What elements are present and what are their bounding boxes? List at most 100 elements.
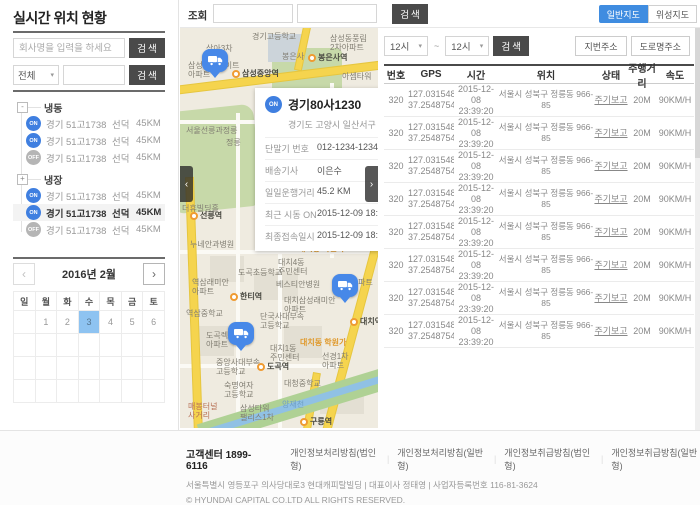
row-time: 2015-12-0823:39:20 — [454, 315, 498, 348]
table-row: 320127.03154837.25487542015-12-0823:39:2… — [384, 282, 694, 315]
normal-map-button[interactable]: 일반지도 — [599, 5, 648, 23]
station-dot-icon — [308, 54, 316, 62]
tree-expander-icon[interactable]: - — [17, 102, 28, 113]
row-distance: 20M — [628, 194, 656, 205]
calendar-day-cell[interactable]: 2 — [57, 311, 79, 334]
footer-link[interactable]: 개인정보처리방침(일반형) — [397, 446, 486, 472]
popup-detail-value: 2015-12-09 18:24 — [317, 208, 378, 221]
footer-links: 개인정보처리방침(법인형) | 개인정보처리방침(일반형) | 개인정보취급방침(법인형… — [290, 446, 700, 472]
time-search-button[interactable]: 검색 — [493, 36, 529, 56]
row-distance: 20M — [628, 95, 656, 106]
filter-select-value: 전체 — [18, 68, 35, 82]
calendar-day-cell[interactable]: 1 — [35, 311, 57, 334]
chevron-right-icon: › — [370, 179, 373, 190]
vehicle-list-item[interactable]: ON경기51고1738선덕45KM — [13, 187, 165, 204]
calendar-day-cell — [100, 334, 122, 357]
calendar-week-row — [14, 357, 165, 380]
vehicle-list-item[interactable]: ON경기51고1738선덕45KM — [13, 204, 165, 221]
scrollbar-thumb[interactable] — [695, 28, 700, 158]
row-status-link[interactable]: 주기보고 — [594, 293, 628, 304]
row-speed: 90KM/H — [656, 194, 694, 205]
calendar-day-cell[interactable]: 4 — [100, 311, 122, 334]
tree-expander-icon[interactable]: + — [17, 174, 28, 185]
row-distance: 20M — [628, 128, 656, 139]
calendar-next-button[interactable]: › — [143, 263, 165, 285]
calendar: ‹ 2016년 2월 › 일월화수목금토123456 — [13, 263, 165, 403]
popup-detail-label: 단말기 번호 — [265, 142, 317, 155]
company-search-input[interactable] — [13, 38, 125, 58]
query-input-2[interactable] — [297, 4, 377, 23]
truck-marker[interactable] — [332, 274, 358, 297]
footer-link-separator: | — [494, 454, 496, 464]
row-status-link[interactable]: 주기보고 — [594, 227, 628, 238]
calendar-day-cell — [57, 380, 79, 403]
row-location: 서울시 성북구 정릉동 966-85 — [498, 254, 594, 276]
row-status-link[interactable]: 주기보고 — [594, 95, 628, 106]
col-time: 시간 — [454, 67, 498, 82]
calendar-day-cell — [121, 380, 143, 403]
footer-link[interactable]: 개인정보처리방침(법인형) — [290, 446, 379, 472]
footer-link[interactable]: 개인정보취급방침(법인형) — [504, 446, 593, 472]
calendar-nav: ‹ 2016년 2월 › — [13, 263, 165, 285]
row-status-link[interactable]: 주기보고 — [594, 260, 628, 271]
calendar-week-row — [14, 380, 165, 403]
footer-link[interactable]: 개인정보취급방침(일반형) — [611, 446, 700, 472]
tilde-separator: ~ — [434, 41, 439, 51]
truck-marker[interactable] — [228, 322, 254, 345]
company-search-button[interactable]: 검색 — [129, 38, 165, 58]
map-label: 대치1동 주민센터 — [270, 344, 299, 362]
filter-select[interactable]: 전체 ▾ — [13, 65, 59, 85]
truck-icon — [234, 328, 249, 339]
row-location: 서울시 성북구 정릉동 966-85 — [498, 122, 594, 144]
calendar-day-cell — [35, 334, 57, 357]
calendar-day-cell — [100, 380, 122, 403]
tree-items: ON경기51고1738선덕45KMON경기51고1738선덕45KMOFF경기5… — [13, 115, 165, 166]
topbar: 조회 검색 일반지도 위성지도 — [180, 0, 700, 28]
lot-address-button[interactable]: 지번주소 — [575, 36, 626, 56]
popup-detail-row: 단말기 번호012-1234-1234 — [265, 137, 378, 159]
satellite-map-button[interactable]: 위성지도 — [648, 5, 697, 23]
vehicle-driver: 선덕 — [112, 206, 136, 220]
filter-search-button[interactable]: 검색 — [129, 65, 165, 85]
tree-group-refrigerated: + 냉장 ON경기51고1738선덕45KMON경기51고1738선덕45KMO… — [13, 171, 165, 238]
map-label: 단국사대부속 고등학교 — [260, 312, 304, 330]
row-status-link[interactable]: 주기보고 — [594, 161, 628, 172]
map-label: 삼성타워 팰리스1차 — [240, 404, 274, 422]
vehicle-list-item[interactable]: ON경기51고1738선덕45KM — [13, 132, 165, 149]
popup-title: 경기80사1230 — [288, 96, 361, 113]
calendar-week-row: 123456 — [14, 311, 165, 334]
footer-link-separator: | — [601, 454, 603, 464]
row-status-link[interactable]: 주기보고 — [594, 194, 628, 205]
query-input-1[interactable] — [213, 4, 293, 23]
tree-group-label: 냉장 — [44, 172, 62, 187]
vehicle-list-item[interactable]: OFF경기51고1738선덕45KM — [13, 221, 165, 238]
calendar-day-cell[interactable]: 6 — [143, 311, 165, 334]
tree-group-frozen: - 냉동 ON경기51고1738선덕45KMON경기51고1738선덕45KMO… — [13, 99, 165, 166]
row-status-link[interactable]: 주기보고 — [594, 326, 628, 337]
map-collapse-right-button[interactable]: › — [365, 166, 378, 202]
status-badge: ON — [26, 133, 41, 148]
scrollbar-track[interactable] — [695, 28, 700, 430]
vehicle-driver: 선덕 — [112, 117, 136, 131]
time-from-select[interactable]: 12시 ▾ — [384, 36, 428, 56]
map-collapse-left-button[interactable]: ‹ — [180, 166, 193, 202]
popup-detail-row: 배송기사이은수 — [265, 159, 378, 181]
map-label: 선경1차 아파트 — [322, 352, 349, 370]
vehicle-plate: 51고1738 — [66, 206, 112, 220]
time-to-select[interactable]: 12시 ▾ — [445, 36, 489, 56]
row-status-link[interactable]: 주기보고 — [594, 128, 628, 139]
subway-station: 선릉역 — [190, 210, 222, 221]
vehicle-list-item[interactable]: ON경기51고1738선덕45KM — [13, 115, 165, 132]
map-canvas[interactable]: ON 경기80사1230 경기도 고양시 일산서구 덕이동 2 단말기 번호01… — [180, 28, 378, 428]
calendar-day-cell[interactable]: 3 — [78, 311, 100, 334]
chevron-down-icon: ▾ — [480, 42, 484, 50]
calendar-day-cell[interactable]: 5 — [121, 311, 143, 334]
query-search-button[interactable]: 검색 — [392, 4, 428, 24]
map-label: 베스티안병원 — [276, 280, 320, 289]
on-status-icon: ON — [265, 96, 282, 113]
calendar-prev-button[interactable]: ‹ — [13, 263, 35, 285]
truck-marker[interactable] — [202, 49, 228, 72]
vehicle-list-item[interactable]: OFF경기51고1738선덕45KM — [13, 149, 165, 166]
road-address-button[interactable]: 도로명주소 — [631, 36, 690, 56]
filter-input[interactable] — [63, 65, 125, 85]
